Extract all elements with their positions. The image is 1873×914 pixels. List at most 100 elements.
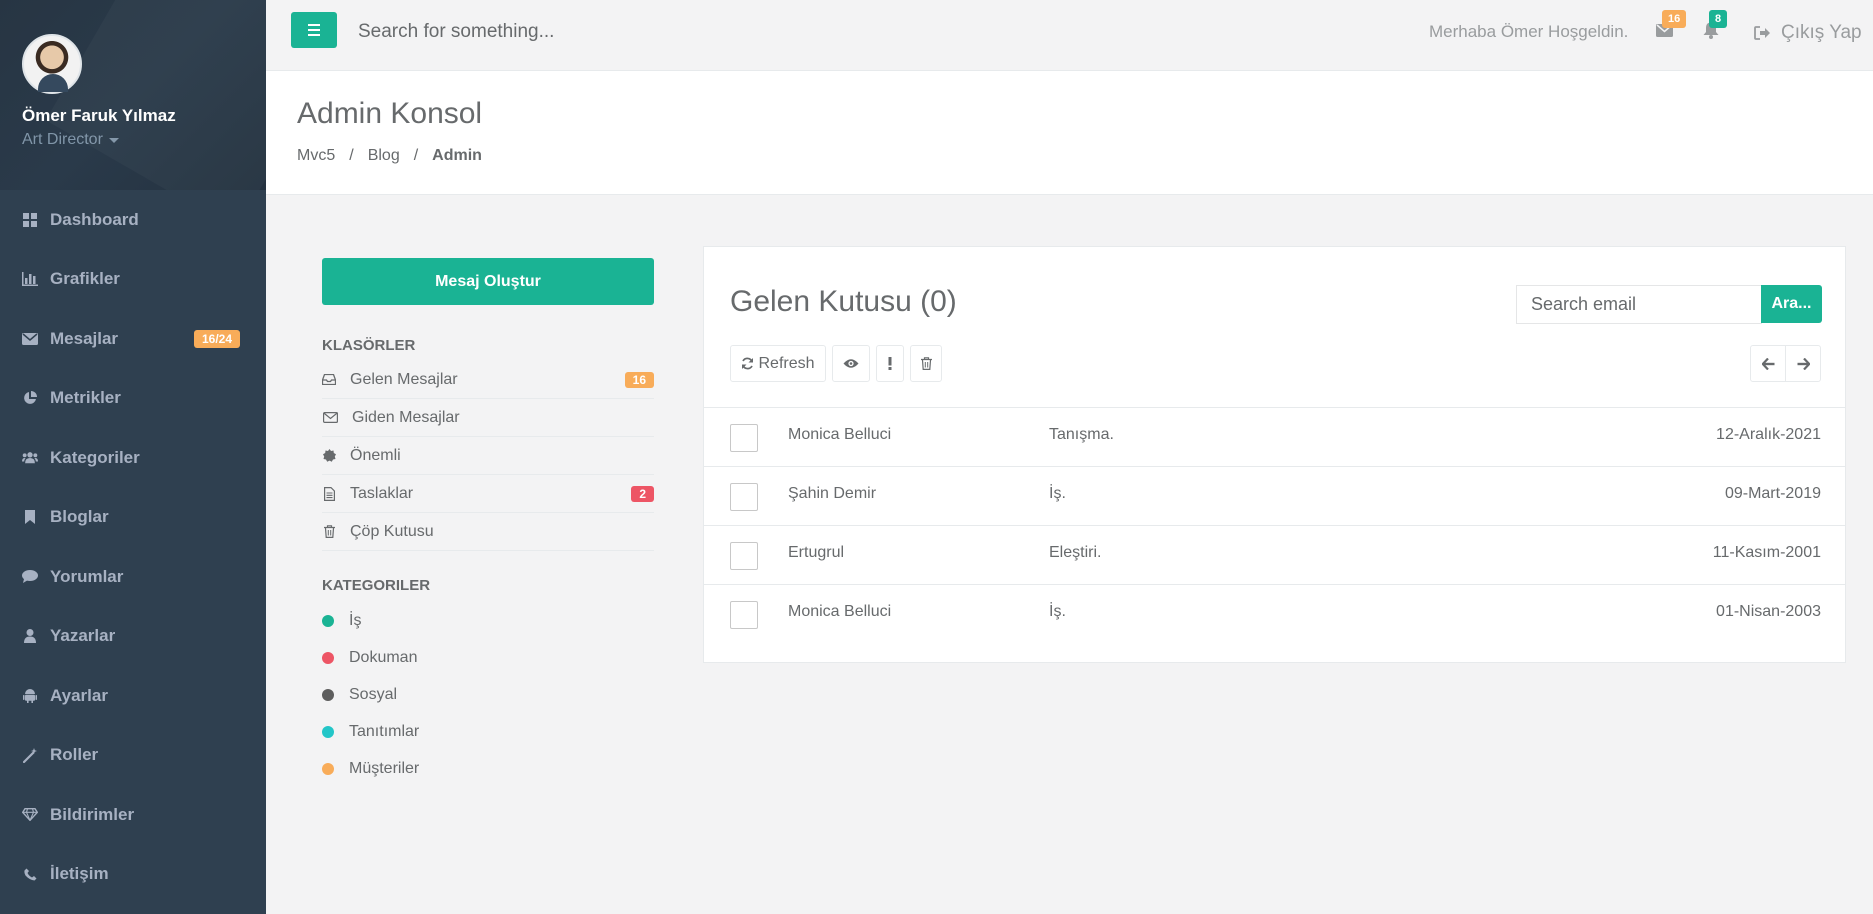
sidebar-item-label: Roller: [50, 745, 99, 765]
android-icon: [22, 688, 38, 704]
row-subject[interactable]: İş.: [1049, 603, 1066, 621]
previous-page-button[interactable]: [1750, 345, 1786, 382]
avatar[interactable]: [22, 34, 82, 94]
next-page-button[interactable]: [1785, 345, 1821, 382]
folder-list: Gelen Mesajlar 16 Giden Mesajlar Önemli …: [322, 361, 654, 551]
trash-icon: [322, 525, 336, 538]
sidebar-item-bildirimler[interactable]: Bildirimler: [0, 785, 266, 845]
category-item[interactable]: İş: [322, 602, 654, 639]
category-label: Sosyal: [349, 685, 398, 703]
drafts-count-badge: 2: [631, 485, 654, 502]
folder-inbox[interactable]: Gelen Mesajlar 16: [322, 361, 654, 399]
table-row[interactable]: Ertugrul Eleştiri. 11-Kasım-2001: [704, 525, 1845, 584]
mark-important-button[interactable]: [876, 345, 904, 382]
sign-out-icon: [1754, 26, 1771, 40]
breadcrumb-item[interactable]: Blog: [368, 147, 400, 165]
table-row[interactable]: Şahin Demir İş. 09-Mart-2019: [704, 466, 1845, 525]
sidebar: Ömer Faruk Yılmaz Art Director Dashboard…: [0, 0, 266, 914]
email-search-button[interactable]: Ara...: [1761, 285, 1822, 323]
comment-icon: [22, 569, 38, 585]
message-table: Monica Belluci Tanışma. 12-Aralık-2021 Ş…: [704, 407, 1845, 643]
folder-label: Gelen Mesajlar: [350, 370, 458, 388]
logout-link[interactable]: Çıkış Yap: [1754, 22, 1862, 44]
messages-link[interactable]: 16: [1652, 10, 1687, 42]
row-subject[interactable]: Tanışma.: [1049, 426, 1114, 444]
category-item[interactable]: Müşteriler: [322, 750, 654, 787]
sidebar-item-yazarlar[interactable]: Yazarlar: [0, 607, 266, 667]
sidebar-nav: Dashboard Grafikler Mesajlar 16/24 Metri…: [0, 190, 266, 904]
row-sender[interactable]: Ertugrul: [788, 544, 844, 562]
row-checkbox[interactable]: [730, 542, 758, 570]
sidebar-item-iletisim[interactable]: İletişim: [0, 845, 266, 905]
eye-icon: [843, 358, 859, 369]
row-subject[interactable]: İş.: [1049, 485, 1066, 503]
dashboard-icon: [22, 212, 38, 228]
sidebar-item-label: Bildirimler: [50, 804, 135, 824]
sidebar-item-metrikler[interactable]: Metrikler: [0, 369, 266, 429]
sidebar-item-dashboard[interactable]: Dashboard: [0, 190, 266, 250]
sidebar-item-label: Metrikler: [50, 388, 121, 408]
row-date: 11-Kasım-2001: [1712, 544, 1821, 561]
sidebar-item-kategoriler[interactable]: Kategoriler: [0, 428, 266, 488]
mailbox-sidebar: Mesaj Oluştur KLASÖRLER Gelen Mesajlar 1…: [322, 258, 654, 787]
folder-drafts[interactable]: Taslaklar 2: [322, 475, 654, 513]
row-date: 12-Aralık-2021: [1716, 426, 1821, 443]
refresh-label: Refresh: [758, 354, 815, 372]
category-dot: [322, 651, 334, 664]
profile-role-dropdown[interactable]: Art Director: [22, 131, 266, 149]
notifications-link[interactable]: 8: [1699, 10, 1728, 42]
folder-label: Önemli: [350, 446, 401, 464]
row-sender[interactable]: Monica Belluci: [788, 426, 891, 444]
categories-title: KATEGORILER: [322, 577, 431, 594]
logout-label: Çıkış Yap: [1781, 22, 1862, 43]
row-checkbox[interactable]: [730, 424, 758, 452]
caret-down-icon: [108, 137, 119, 143]
messages-badge: 16: [1662, 10, 1687, 28]
menu-toggle-button[interactable]: [291, 12, 337, 48]
email-search-input[interactable]: [1516, 285, 1762, 324]
top-search-input[interactable]: [358, 18, 758, 46]
category-label: Dokuman: [349, 648, 418, 666]
table-row[interactable]: Monica Belluci İş. 01-Nisan-2003: [704, 584, 1845, 643]
folder-trash[interactable]: Çöp Kutusu: [322, 513, 654, 551]
sidebar-item-mesajlar[interactable]: Mesajlar 16/24: [0, 309, 266, 369]
sidebar-item-label: Grafikler: [50, 269, 120, 289]
sidebar-item-label: Bloglar: [50, 507, 109, 527]
category-item[interactable]: Tanıtımlar: [322, 713, 654, 750]
envelope-icon: [22, 331, 38, 347]
sidebar-item-label: Dashboard: [50, 209, 139, 229]
delete-button[interactable]: [910, 345, 942, 382]
sidebar-item-yorumlar[interactable]: Yorumlar: [0, 547, 266, 607]
folder-important[interactable]: Önemli: [322, 437, 654, 475]
refresh-button[interactable]: Refresh: [730, 345, 826, 382]
row-sender[interactable]: Şahin Demir: [788, 485, 876, 503]
folder-sent[interactable]: Giden Mesajlar: [322, 399, 654, 437]
page-title: Admin Konsol: [297, 97, 483, 130]
row-subject[interactable]: Eleştiri.: [1049, 544, 1101, 562]
sidebar-item-ayarlar[interactable]: Ayarlar: [0, 666, 266, 726]
profile-role: Art Director: [22, 131, 103, 148]
profile-name: Ömer Faruk Yılmaz: [22, 106, 176, 125]
inbox-icon: [322, 374, 336, 385]
arrow-left-icon: [1761, 357, 1775, 370]
pie-chart-icon: [22, 390, 38, 406]
sidebar-item-grafikler[interactable]: Grafikler: [0, 250, 266, 310]
category-label: İş: [349, 611, 362, 629]
category-item[interactable]: Dokuman: [322, 639, 654, 676]
row-checkbox[interactable]: [730, 601, 758, 629]
row-sender[interactable]: Monica Belluci: [788, 603, 891, 621]
sidebar-item-roller[interactable]: Roller: [0, 726, 266, 786]
compose-button[interactable]: Mesaj Oluştur: [322, 258, 654, 305]
breadcrumb: Mvc5 / Blog / Admin: [297, 147, 482, 165]
row-date: 01-Nisan-2003: [1716, 603, 1821, 620]
category-dot: [322, 725, 334, 738]
breadcrumb-item[interactable]: Mvc5: [297, 147, 335, 165]
sidebar-item-bloglar[interactable]: Bloglar: [0, 488, 266, 548]
row-checkbox[interactable]: [730, 483, 758, 511]
sidebar-item-label: Kategoriler: [50, 447, 140, 467]
category-item[interactable]: Sosyal: [322, 676, 654, 713]
mark-read-button[interactable]: [832, 345, 870, 382]
sidebar-item-label: Ayarlar: [50, 685, 108, 705]
sidebar-item-label: İletişim: [50, 864, 109, 884]
table-row[interactable]: Monica Belluci Tanışma. 12-Aralık-2021: [704, 407, 1845, 466]
